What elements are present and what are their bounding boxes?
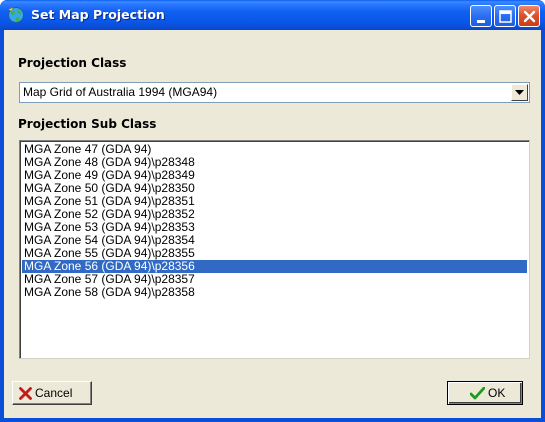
ok-button-label: OK <box>488 386 506 400</box>
minimize-button[interactable] <box>470 5 492 27</box>
window-title: Set Map Projection <box>31 7 165 22</box>
title-bar[interactable]: Set Map Projection <box>0 0 545 30</box>
projection-sub-class-list[interactable]: MGA Zone 47 (GDA 94) MGA Zone 48 (GDA 94… <box>19 140 530 359</box>
red-x-icon <box>19 387 32 403</box>
projection-class-value: Map Grid of Australia 1994 (MGA94) <box>23 85 218 99</box>
projection-sub-class-label: Projection Sub Class <box>18 117 157 131</box>
close-button[interactable] <box>518 5 540 27</box>
ok-button[interactable]: OK <box>447 381 523 405</box>
projection-class-select[interactable]: Map Grid of Australia 1994 (MGA94) <box>19 82 530 103</box>
cancel-button[interactable]: Cancel <box>12 381 92 405</box>
green-check-icon <box>469 386 486 403</box>
globe-app-icon <box>7 6 25 24</box>
maximize-button[interactable] <box>494 5 516 27</box>
projection-class-dropdown-button[interactable] <box>511 84 528 101</box>
list-item[interactable]: MGA Zone 58 (GDA 94)\p28358 <box>22 286 527 299</box>
dialog-body: Projection Class Map Grid of Australia 1… <box>4 30 541 418</box>
projection-class-label: Projection Class <box>18 56 127 70</box>
cancel-button-label: Cancel <box>35 386 73 400</box>
dialog-window: Set Map Projection Projection Class Map … <box>0 0 545 422</box>
